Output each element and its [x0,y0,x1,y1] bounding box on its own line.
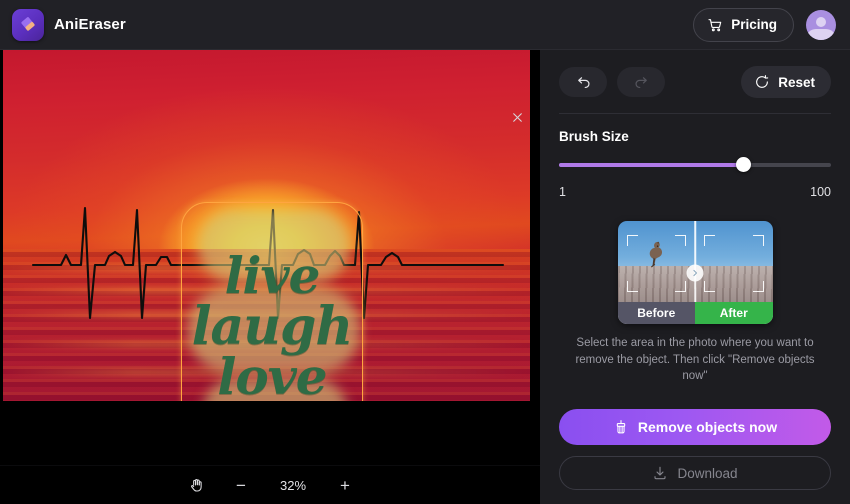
slider-max-label: 100 [810,185,831,199]
redo-button[interactable] [617,67,665,97]
hand-pan-icon[interactable] [186,474,208,496]
preview-before-label: Before [617,302,695,324]
before-after-preview: Before After [617,221,773,324]
aniraser-app-window: AniEraser Pricing live laugh love − 32% … [0,0,850,504]
remove-objects-button[interactable]: Remove objects now [559,409,831,445]
brand: AniEraser [12,8,126,41]
quote-line: love [217,347,327,401]
download-button-label: Download [677,465,738,481]
tools-panel: Reset Brush Size 1 100 Before After Sele… [540,50,850,504]
brush-size-title: Brush Size [559,129,629,144]
reset-refresh-icon [754,74,770,90]
pricing-button[interactable]: Pricing [693,7,794,42]
close-icon[interactable] [506,106,528,128]
history-controls: Reset [559,66,831,98]
user-avatar-icon [806,10,836,40]
top-bar: AniEraser Pricing [0,0,850,50]
quote-line: laugh [191,295,353,357]
reset-button-label: Reset [778,74,815,90]
brush-size-slider[interactable] [559,157,831,172]
pricing-button-label: Pricing [731,17,777,32]
undo-icon [575,74,592,91]
photo-quote-text: live laugh love [181,202,363,401]
reset-button[interactable]: Reset [741,66,831,98]
zoom-in-button[interactable]: + [336,477,354,494]
undo-button[interactable] [559,67,607,97]
eraser-icon [12,8,44,41]
zoom-out-button[interactable]: − [232,477,250,494]
slider-min-label: 1 [559,185,566,199]
avatar[interactable] [806,9,836,40]
instruction-text: Select the area in the photo where you w… [575,337,815,383]
canvas-toolbar: − 32% + [0,465,540,504]
preview-after-label: After [695,302,773,324]
download-button[interactable]: Download [559,456,831,490]
slider-fill [559,163,744,167]
shopping-cart-icon [707,17,723,33]
slider-range-labels: 1 100 [559,185,831,199]
quote-line: live [224,245,321,305]
zoom-level-value: 32% [279,477,307,493]
redo-icon [633,74,650,91]
remove-objects-button-label: Remove objects now [637,419,778,435]
panel-actions: Remove objects now Download [559,409,831,504]
top-bar-right: Pricing [693,7,836,42]
chevron-right-icon[interactable] [686,264,704,281]
canvas-stage[interactable]: live laugh love [0,50,540,465]
image-editor: live laugh love − 32% + [0,50,540,504]
app-title: AniEraser [54,16,126,33]
main-body: live laugh love − 32% + Reset Brush Size… [0,50,850,504]
download-icon [652,465,668,481]
panel-divider [559,113,831,114]
slider-thumb[interactable] [736,157,752,172]
edited-photo[interactable]: live laugh love [3,50,530,401]
brush-clean-icon [613,419,629,435]
